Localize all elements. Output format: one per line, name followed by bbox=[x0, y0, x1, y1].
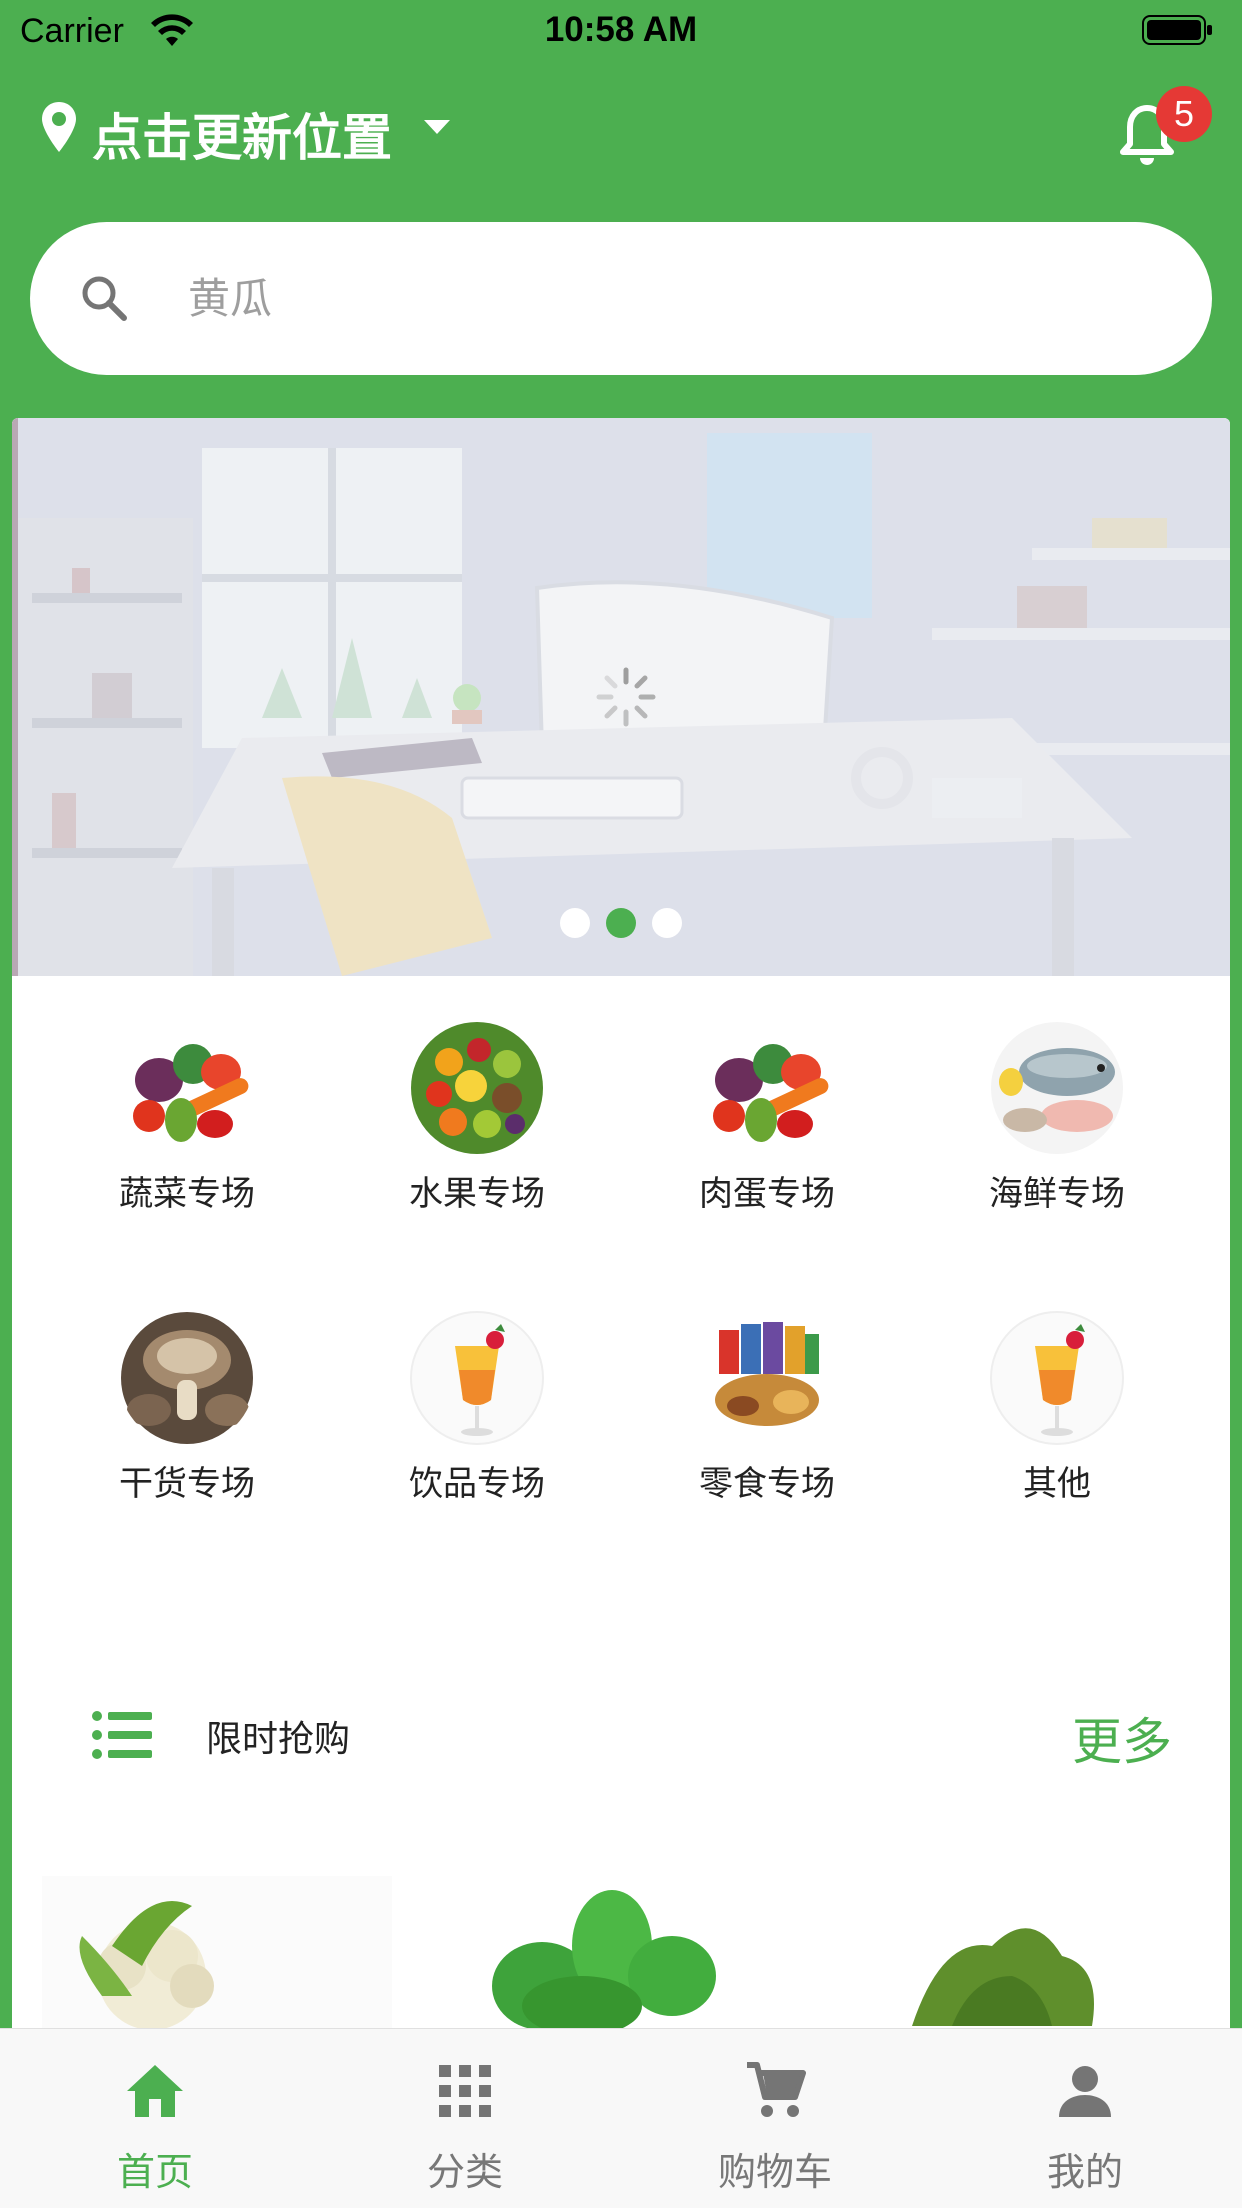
tab-label: 首页 bbox=[116, 2150, 193, 2194]
category-seafood[interactable]: 海鲜专场 bbox=[912, 1008, 1202, 1218]
category-fruits[interactable]: 水果专场 bbox=[332, 1008, 622, 1218]
carousel-pagination bbox=[12, 908, 1230, 938]
seafood-image bbox=[991, 1022, 1123, 1154]
category-meat-eggs[interactable]: 肉蛋专场 bbox=[622, 1008, 912, 1218]
category-label: 蔬菜专场 bbox=[119, 1174, 255, 1214]
category-snacks[interactable]: 零食专场 bbox=[622, 1298, 912, 1508]
tab-cart[interactable]: 购物车 bbox=[620, 2029, 930, 2208]
status-bar: Carrier 10:58 AM bbox=[0, 0, 1242, 62]
banner-carousel[interactable] bbox=[12, 418, 1230, 976]
category-vegetables[interactable]: 蔬菜专场 bbox=[42, 1008, 332, 1218]
location-pin-icon[interactable] bbox=[40, 100, 78, 154]
tab-label: 购物车 bbox=[717, 2150, 832, 2194]
snacks-image bbox=[701, 1312, 833, 1444]
drink-image bbox=[410, 1311, 544, 1445]
category-label: 海鲜专场 bbox=[989, 1174, 1125, 1214]
person-icon bbox=[1059, 2066, 1111, 2117]
cart-icon bbox=[747, 2062, 806, 2117]
category-dry-goods[interactable]: 干货专场 bbox=[42, 1298, 332, 1508]
home-content: 蔬菜专场 水果专场 肉蛋专场 海鲜专场 干货专场 饮品专场 零食专场 其他 限时… bbox=[12, 418, 1230, 2028]
home-icon bbox=[127, 2065, 183, 2117]
product-spinach[interactable] bbox=[462, 1876, 762, 2028]
category-label: 零食专场 bbox=[699, 1464, 835, 1504]
tab-category[interactable]: 分类 bbox=[310, 2029, 620, 2208]
app-screen: Carrier 10:58 AM 点击更新位置 5 黄瓜 蔬菜专场 水果专场 肉… bbox=[0, 0, 1242, 2208]
vegetables-image bbox=[701, 1022, 833, 1154]
caret-down-icon[interactable] bbox=[424, 120, 450, 134]
category-drinks[interactable]: 饮品专场 bbox=[332, 1298, 622, 1508]
clock: 10:58 AM bbox=[544, 10, 698, 49]
list-icon bbox=[92, 1711, 152, 1759]
tab-label: 分类 bbox=[426, 2150, 503, 2194]
category-label: 水果专场 bbox=[409, 1174, 545, 1214]
battery-icon bbox=[1142, 15, 1212, 45]
search-icon bbox=[82, 276, 127, 321]
product-greens[interactable] bbox=[882, 1876, 1122, 2028]
category-label: 饮品专场 bbox=[409, 1464, 545, 1504]
category-grid: 蔬菜专场 水果专场 肉蛋专场 海鲜专场 干货专场 饮品专场 零食专场 其他 bbox=[12, 1008, 1230, 1588]
category-label: 干货专场 bbox=[119, 1464, 255, 1504]
carousel-dot[interactable] bbox=[560, 908, 590, 938]
fruits-image bbox=[411, 1022, 543, 1154]
tab-label: 我的 bbox=[1046, 2150, 1123, 2194]
tab-home[interactable]: 首页 bbox=[0, 2029, 310, 2208]
vegetables-image bbox=[121, 1022, 253, 1154]
carousel-dot-active[interactable] bbox=[606, 908, 636, 938]
category-label: 其他 bbox=[1023, 1464, 1091, 1504]
drink-image bbox=[990, 1311, 1124, 1445]
bottom-tab-bar: 首页 分类 购物车 我的 bbox=[0, 2028, 1242, 2208]
carousel-dot[interactable] bbox=[652, 908, 682, 938]
flash-sale-products bbox=[12, 1876, 1230, 2028]
flash-sale-title: 限时抢购 bbox=[206, 1719, 351, 1760]
category-label: 肉蛋专场 bbox=[699, 1174, 835, 1214]
more-link[interactable]: 更多 bbox=[1072, 1702, 1172, 1774]
search-bar[interactable] bbox=[30, 222, 1212, 375]
top-header: 点击更新位置 5 bbox=[0, 62, 1242, 222]
tab-profile[interactable]: 我的 bbox=[930, 2029, 1240, 2208]
loading-spinner-icon bbox=[596, 667, 656, 727]
mushroom-image bbox=[121, 1312, 253, 1444]
search-input[interactable] bbox=[188, 260, 1088, 336]
update-location-button[interactable]: 点击更新位置 bbox=[92, 98, 392, 170]
category-other[interactable]: 其他 bbox=[912, 1298, 1202, 1508]
product-cauliflower[interactable] bbox=[42, 1876, 392, 2028]
grid-icon bbox=[439, 2065, 491, 2117]
flash-sale-header: 限时抢购 更多 bbox=[12, 1688, 1230, 1788]
notification-badge: 5 bbox=[1156, 86, 1212, 142]
